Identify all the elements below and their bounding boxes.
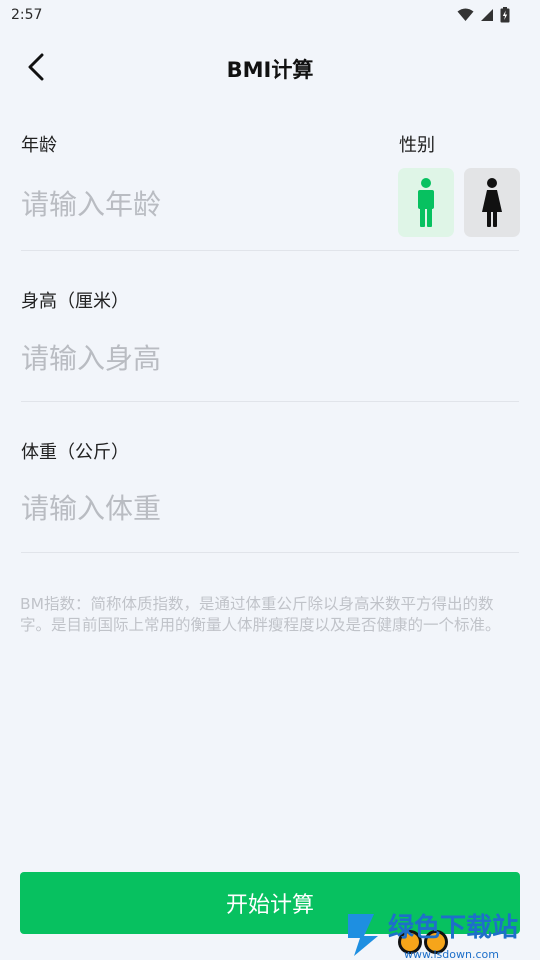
gender-female-button[interactable] xyxy=(464,168,520,237)
watermark-logo: 绿色下载站 www.lsdown.com xyxy=(344,906,540,960)
gender-male-button[interactable] xyxy=(398,168,454,237)
weight-divider xyxy=(21,552,519,553)
status-bar: 2:57 xyxy=(0,0,540,32)
bmi-description: BM指数：简称体质指数，是通过体重公斤除以身高米数平方得出的数字。是目前国际上常… xyxy=(20,595,501,634)
signal-icon xyxy=(481,9,493,21)
status-time: 2:57 xyxy=(11,7,43,23)
page-title: BMI计算 xyxy=(226,58,314,82)
gender-label: 性别 xyxy=(399,135,435,156)
watermark-text: 绿色下载站 xyxy=(388,912,518,943)
weight-input[interactable] xyxy=(21,487,519,529)
watermark-domain: www.lsdown.com xyxy=(404,948,499,960)
header: BMI计算 xyxy=(0,42,540,92)
height-input[interactable] xyxy=(21,337,519,379)
bmi-calculator-screen: 2:57 BMI计算 年龄 性别 xyxy=(0,0,540,960)
age-label: 年龄 xyxy=(21,135,57,156)
height-label: 身高（厘米） xyxy=(21,291,129,312)
age-input[interactable] xyxy=(21,183,381,225)
height-divider xyxy=(21,401,519,402)
weight-label: 体重（公斤） xyxy=(21,442,129,463)
age-divider xyxy=(21,250,519,251)
male-icon xyxy=(418,177,434,227)
wifi-icon xyxy=(457,8,474,21)
status-icons xyxy=(457,7,510,23)
battery-charging-icon xyxy=(500,7,510,23)
female-icon xyxy=(482,177,502,227)
